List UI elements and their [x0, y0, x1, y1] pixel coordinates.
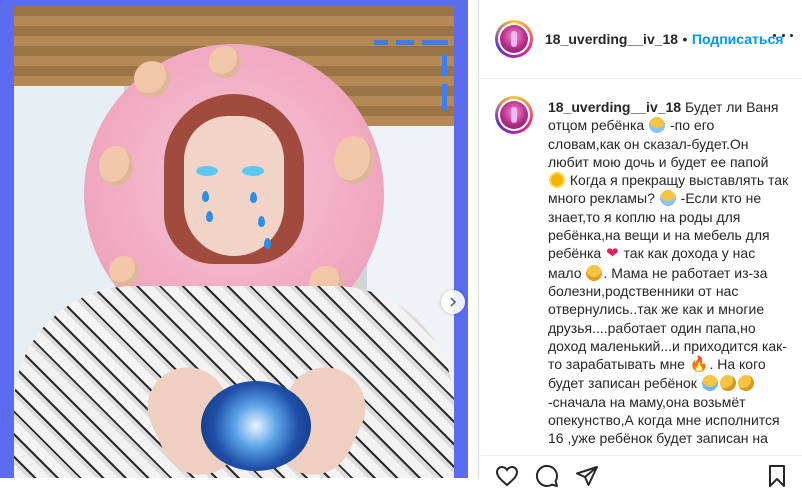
- caption-text: Будет ли Ваня отцом ребёнка -по его слов…: [548, 99, 788, 446]
- more-dot: [773, 33, 776, 37]
- follow-button[interactable]: Подписаться: [692, 31, 784, 47]
- chevron-right-icon: [450, 297, 457, 307]
- post-actions-bar: [479, 455, 802, 487]
- face-screaming-icon: [649, 117, 666, 134]
- photo-cherub: [209, 46, 241, 78]
- more-dot: [790, 33, 793, 37]
- sun-icon: [551, 174, 563, 187]
- share-icon[interactable]: [575, 464, 599, 488]
- caption-username[interactable]: 18_uverding__iv_18: [548, 99, 681, 115]
- photo-cherub: [109, 256, 139, 286]
- face-thinking-icon: [737, 375, 754, 392]
- photo-tear: [206, 211, 213, 222]
- post-side-panel: 18_uverding__iv_18 • Подписаться 18_uver…: [478, 0, 802, 487]
- avatar-image: [500, 101, 528, 129]
- photo-background: [0, 0, 468, 478]
- caption-avatar[interactable]: [495, 96, 533, 134]
- more-options-icon[interactable]: [773, 30, 793, 40]
- photo-tear: [264, 238, 271, 249]
- post-photo[interactable]: [14, 6, 454, 478]
- avatar-image: [500, 25, 528, 53]
- separator-dot: •: [682, 31, 688, 47]
- post-caption: 18_uverding__iv_18 Будет ли Ваня отцом р…: [548, 98, 790, 448]
- header-username[interactable]: 18_uverding__iv_18: [545, 31, 678, 47]
- face-joy-icon: [701, 375, 718, 392]
- avatar[interactable]: [495, 20, 533, 58]
- header-user-line: 18_uverding__iv_18 • Подписаться: [545, 31, 783, 49]
- photo-face: [184, 116, 284, 256]
- photo-tear: [258, 216, 265, 227]
- instagram-post-view: 18_uverding__iv_18 • Подписаться 18_uver…: [0, 0, 802, 487]
- bookmark-icon[interactable]: [765, 464, 789, 488]
- photo-cherub: [134, 61, 170, 97]
- photo-cherub: [99, 146, 133, 186]
- face-screaming-icon: [659, 190, 676, 207]
- comment-icon[interactable]: [535, 464, 559, 488]
- heart-icon: ❤: [606, 245, 619, 263]
- photo-cherub: [334, 136, 374, 184]
- photo-eye: [196, 166, 218, 176]
- caption-text-segment: -сначала на маму,она возьмёт опекунство,…: [548, 393, 780, 447]
- fire-icon: 🔥: [689, 356, 709, 374]
- photo-galaxy-heart: [201, 381, 311, 471]
- face-tired-icon: [586, 264, 603, 281]
- filter-frame-icon: [374, 40, 448, 110]
- more-dot: [781, 33, 785, 37]
- post-header: 18_uverding__iv_18 • Подписаться: [479, 0, 802, 79]
- photo-tear: [250, 192, 257, 203]
- next-photo-button[interactable]: [441, 290, 465, 314]
- photo-tear: [202, 191, 209, 202]
- face-thinking-icon: [719, 375, 736, 392]
- photo-eye: [242, 166, 264, 176]
- heart-outline-icon[interactable]: [495, 464, 519, 488]
